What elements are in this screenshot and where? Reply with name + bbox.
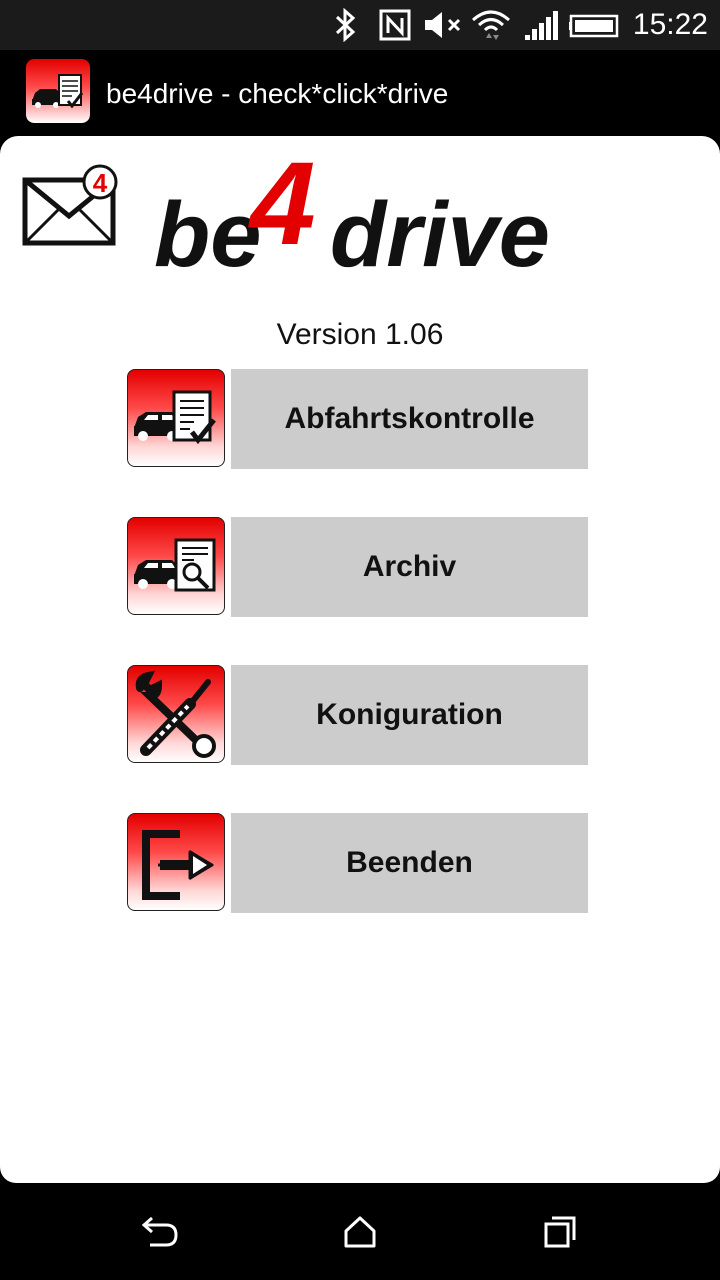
koniguration-button[interactable]: Koniguration: [231, 665, 588, 765]
volume-muted-icon: [422, 0, 466, 50]
mail-button[interactable]: 4: [22, 164, 122, 248]
menu-item-beenden[interactable]: Beenden: [127, 813, 589, 913]
home-icon[interactable]: [300, 1183, 420, 1280]
status-bar: 15:22: [0, 0, 720, 50]
main-content: 4 be 4 drive Version 1.06 Abfahrtskontro…: [0, 136, 720, 1183]
beenden-button[interactable]: Beenden: [231, 813, 588, 913]
recent-apps-icon[interactable]: [500, 1183, 620, 1280]
menu-item-archiv[interactable]: Archiv: [127, 517, 589, 617]
wifi-icon: [470, 0, 512, 50]
car-checklist-icon[interactable]: [26, 59, 90, 123]
exit-door-icon[interactable]: [127, 813, 225, 911]
car-checklist-icon[interactable]: [127, 369, 225, 467]
back-icon[interactable]: [100, 1183, 220, 1280]
be4drive-logo: be 4 drive: [154, 154, 550, 284]
abfahrtskontrolle-button[interactable]: Abfahrtskontrolle: [231, 369, 588, 469]
car-search-document-icon[interactable]: [127, 517, 225, 615]
wrench-screwdriver-icon[interactable]: [127, 665, 225, 763]
menu-item-abfahrtskontrolle[interactable]: Abfahrtskontrolle: [127, 369, 589, 469]
navigation-bar: [0, 1183, 720, 1280]
battery-icon: [568, 0, 622, 50]
clock: 15:22: [632, 8, 708, 41]
archiv-button[interactable]: Archiv: [231, 517, 588, 617]
logo-text-drive: drive: [330, 184, 550, 284]
logo-text-be: be: [154, 184, 261, 284]
menu-item-koniguration[interactable]: Koniguration: [127, 665, 589, 765]
app-title: be4drive - check*click*drive: [106, 78, 449, 109]
envelope-icon: 4: [22, 164, 118, 246]
version-label: Version 1.06: [276, 318, 444, 351]
logo-text-4: 4: [248, 154, 316, 270]
app-title-bar: be4drive - check*click*drive: [0, 50, 720, 134]
mail-badge-count: 4: [93, 168, 108, 198]
nfc-icon: [376, 0, 414, 50]
signal-icon: [520, 0, 560, 50]
bluetooth-icon: [330, 0, 360, 50]
